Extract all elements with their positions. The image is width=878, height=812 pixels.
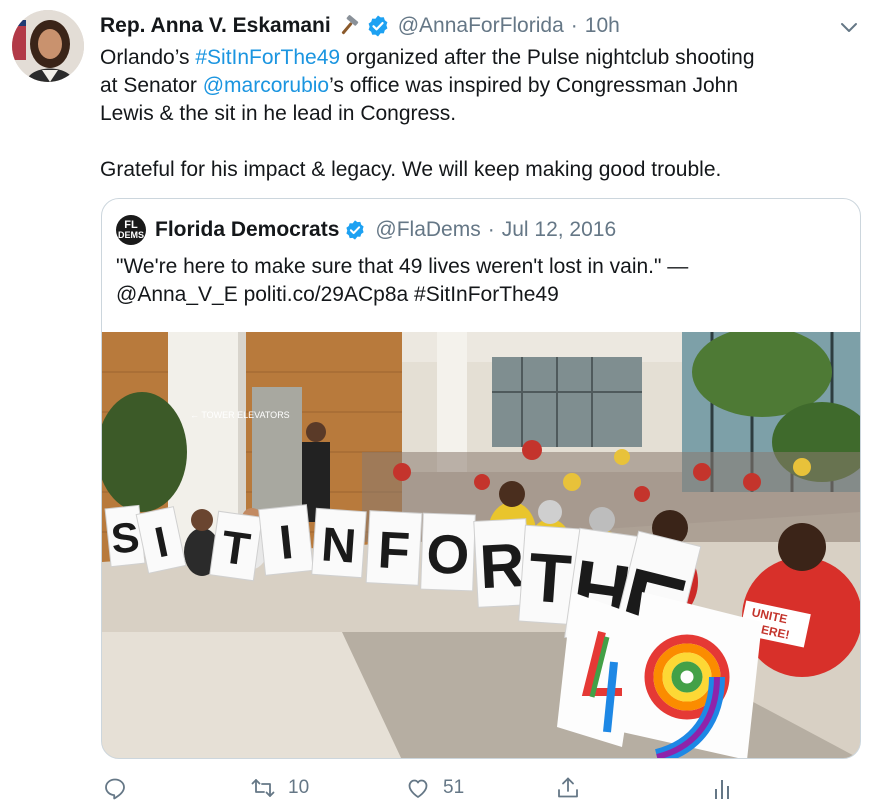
quoted-author-handle: @FlaDems xyxy=(375,218,481,241)
like-count: 51 xyxy=(443,777,465,798)
author-handle[interactable]: @AnnaForFlorida xyxy=(398,12,564,40)
letter-sign: I xyxy=(258,504,314,576)
heart-icon xyxy=(408,779,428,798)
tweet-header: Rep. Anna V. Eskamani @AnnaForFlorida · … xyxy=(100,12,620,40)
quoted-tweet-header: FL DEMS Florida Democrats @FlaDems · Jul… xyxy=(116,215,617,245)
text-segment: organized after the Pulse nightclub shoo… xyxy=(340,46,755,69)
mention-link[interactable]: @marcorubio xyxy=(203,74,329,97)
letter-sign-text: R xyxy=(478,531,526,602)
quoted-author-avatar: FL DEMS xyxy=(116,215,146,245)
hashtag-link[interactable]: #SitInForThe49 xyxy=(195,46,340,69)
tweet-action-bar: 10 51 xyxy=(100,770,740,806)
text-segment: ’s office was inspired by Congressman Jo… xyxy=(329,74,739,97)
letter-sign: F xyxy=(365,510,423,586)
tweet[interactable]: Rep. Anna V. Eskamani @AnnaForFlorida · … xyxy=(0,0,878,812)
reply-button[interactable] xyxy=(102,770,128,806)
letter-sign-text: N xyxy=(320,518,358,573)
retweet-icon xyxy=(251,779,275,797)
wall-sign-text: ← TOWER ELEVATORS xyxy=(190,410,290,420)
author-name[interactable]: Rep. Anna V. Eskamani xyxy=(100,12,331,40)
letter-sign-text: T xyxy=(526,538,573,618)
text-segment: at Senator xyxy=(100,74,203,97)
header-separator: · xyxy=(570,14,578,37)
tweet-text-line: Lewis & the sit in he lead in Congress. xyxy=(100,102,457,125)
hammer-emoji-icon xyxy=(337,14,361,38)
avatar-image xyxy=(12,10,84,82)
retweet-button[interactable]: 10 xyxy=(250,770,309,806)
analytics-button[interactable] xyxy=(710,770,736,806)
letter-sign: O xyxy=(420,512,476,592)
analytics-icon xyxy=(715,780,729,799)
tweet-timestamp[interactable]: 10h xyxy=(585,12,620,40)
letter-sign: T xyxy=(209,510,263,582)
share-button[interactable] xyxy=(555,770,581,806)
quoted-tweet-card[interactable]: FL DEMS Florida Democrats @FlaDems · Jul… xyxy=(101,198,861,759)
quoted-tweet-text: "We're here to make sure that 49 lives w… xyxy=(116,253,846,309)
quoted-text-line: "We're here to make sure that 49 lives w… xyxy=(116,255,689,278)
tweet-text-line: Orlando’s #SitInForThe49 organized after… xyxy=(100,44,870,72)
verified-badge-icon xyxy=(346,220,365,240)
like-button[interactable]: 51 xyxy=(405,770,464,806)
tweet-photo[interactable]: UNITE HERE! SITINFORTHE xyxy=(102,332,861,759)
quoted-tweet-timestamp: Jul 12, 2016 xyxy=(501,218,617,241)
verified-badge-icon xyxy=(366,14,390,38)
quoted-text-line: @Anna_V_E politi.co/29ACp8a #SitInForThe… xyxy=(116,283,559,306)
share-icon xyxy=(558,777,578,798)
author-avatar[interactable] xyxy=(12,10,84,82)
text-segment: Orlando’s xyxy=(100,46,196,69)
quoted-author-name: Florida Democrats xyxy=(155,218,340,241)
tweet-text-line: Grateful for his impact & legacy. We wil… xyxy=(100,158,722,181)
letter-sign-text: O xyxy=(425,523,470,586)
reply-icon xyxy=(105,778,125,800)
more-options-chevron-down-icon[interactable] xyxy=(838,16,860,38)
letter-sign-text: F xyxy=(376,521,411,581)
tweet-text-line: at Senator @marcorubio’s office was insp… xyxy=(100,72,870,100)
letter-sign-text: S xyxy=(109,513,142,563)
header-separator: · xyxy=(487,218,495,241)
tweet-text: Orlando’s #SitInForThe49 organized after… xyxy=(100,44,870,184)
avatar-text-bottom: DEMS xyxy=(117,230,144,240)
retweet-count: 10 xyxy=(288,777,310,798)
letter-sign: N xyxy=(311,507,367,579)
